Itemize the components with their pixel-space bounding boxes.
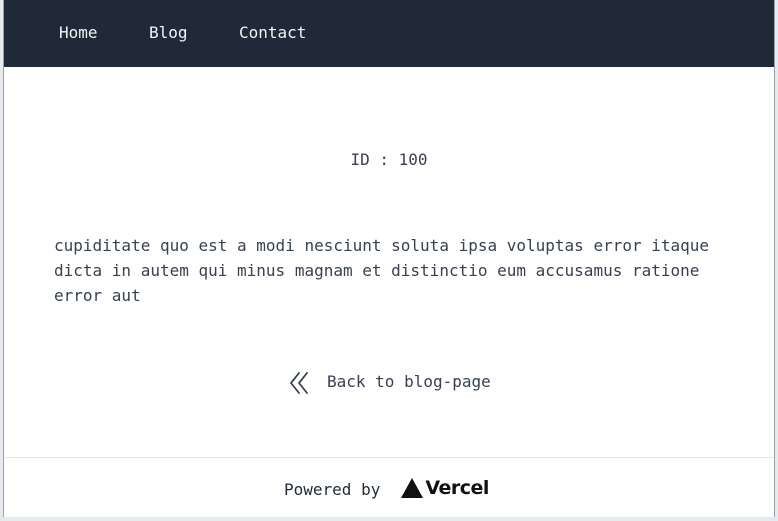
footer: Powered by Vercel xyxy=(4,457,774,517)
post-id: ID : 100 xyxy=(350,150,428,169)
post-body: cupiditate quo est a modi nesciunt solut… xyxy=(54,236,710,305)
nav-blog-link[interactable]: Blog xyxy=(149,22,188,44)
nav-contact-link[interactable]: Contact xyxy=(239,22,306,44)
nav-home-link[interactable]: Home xyxy=(59,22,98,44)
vercel-wordmark: Vercel xyxy=(425,477,489,499)
footer-credit: Powered by Vercel xyxy=(284,475,489,501)
double-chevron-left-icon xyxy=(287,370,311,394)
vercel-logo-link[interactable]: Vercel xyxy=(400,477,489,499)
back-to-blog-link[interactable]: Back to blog-page xyxy=(287,368,491,396)
back-link-label: Back to blog-page xyxy=(327,372,491,391)
top-navbar: Home Blog Contact xyxy=(4,0,774,67)
powered-by-text: Powered by xyxy=(284,480,381,499)
vercel-triangle-icon xyxy=(400,477,424,499)
browser-viewport: Home Blog Contact ID : 100 cupiditate qu… xyxy=(3,0,775,517)
